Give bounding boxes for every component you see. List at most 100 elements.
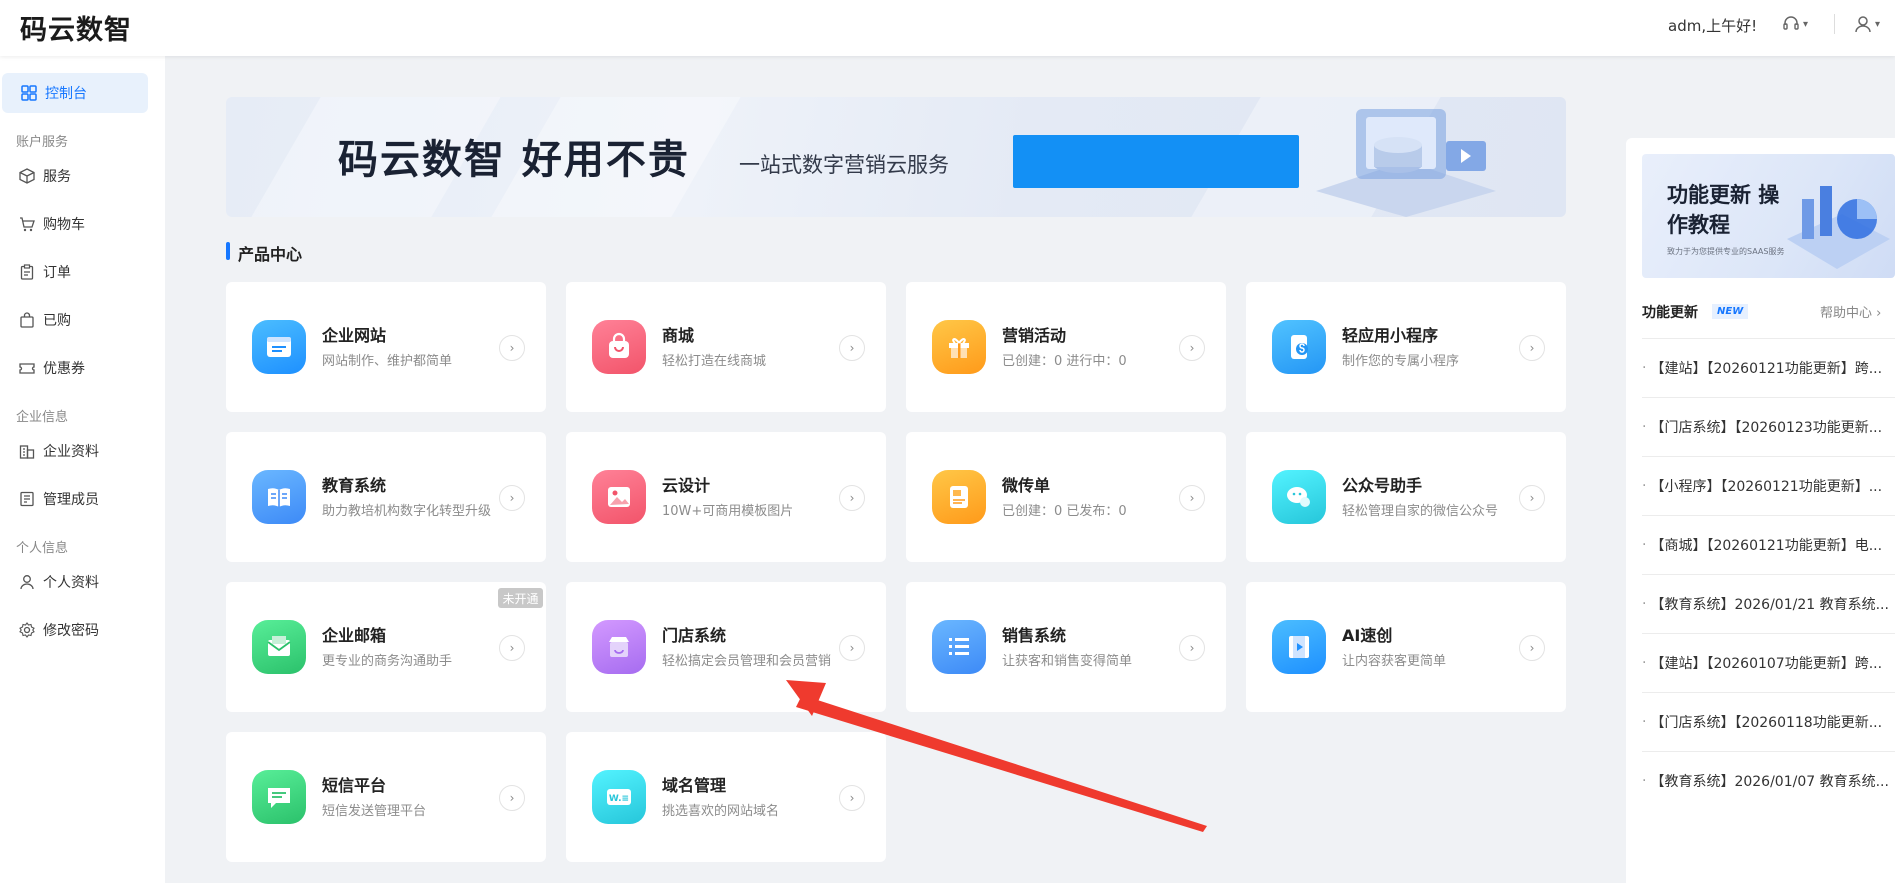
product-card[interactable]: 销售系统 让获客和销售变得简单 › (906, 582, 1226, 712)
dashboard-icon (20, 84, 38, 102)
product-description: 挑选喜欢的网站域名 (662, 804, 780, 819)
sidebar-item-label: 已购 (43, 313, 71, 329)
update-item[interactable]: · 【建站】【20260121功能更新】跨... (1642, 338, 1895, 397)
banner-cta-button[interactable] (1013, 135, 1299, 188)
product-card[interactable]: 微传单 已创建：0 已发布：0 › (906, 432, 1226, 562)
update-item[interactable]: · 【商城】【20260121功能更新】电... (1642, 515, 1895, 574)
product-card[interactable]: 教育系统 助力教培机构数字化转型升级 › (226, 432, 546, 562)
product-title: 轻应用小程序 (1342, 326, 1439, 345)
sidebar-item-service[interactable]: 服务 (0, 156, 165, 196)
update-title: 【教育系统】2026/01/07 教育系统... (1650, 774, 1889, 790)
wechat-icon (1272, 470, 1326, 524)
section-title-products: 产品中心 (226, 241, 302, 265)
update-item[interactable]: · 【门店系统】【20260123功能更新... (1642, 397, 1895, 456)
update-item[interactable]: · 【教育系统】2026/01/07 教育系统... (1642, 751, 1895, 810)
chevron-right-icon[interactable]: › (499, 635, 525, 661)
server-illustration-icon (1316, 109, 1496, 217)
tutorial-banner[interactable]: 功能更新 操作教程 致力于为您提供专业的SAAS服务 (1642, 154, 1895, 278)
product-title: 域名管理 (662, 776, 727, 795)
product-card[interactable]: 企业网站 网站制作、维护都简单 › (226, 282, 546, 412)
product-card[interactable]: 云设计 10W+可商用模板图片 › (566, 432, 886, 562)
sidebar-item-coupons[interactable]: 优惠券 (0, 348, 165, 388)
update-item[interactable]: · 【教育系统】2026/01/21 教育系统... (1642, 574, 1895, 633)
building-icon (18, 442, 36, 460)
product-description: 更专业的商务沟通助手 (322, 654, 453, 669)
product-title: AI速创 (1342, 626, 1393, 645)
update-title: 【建站】【20260107功能更新】跨... (1650, 656, 1883, 672)
chevron-right-icon[interactable]: › (839, 335, 865, 361)
update-title: 【小程序】【20260121功能更新】... (1650, 479, 1883, 495)
sidebar-item-console[interactable]: 控制台 (2, 73, 148, 113)
bullet-icon: · (1642, 714, 1647, 730)
chevron-right-icon[interactable]: › (499, 335, 525, 361)
brand-logo[interactable]: 码云数智 (20, 8, 132, 47)
product-card[interactable]: 短信平台 短信发送管理平台 › (226, 732, 546, 862)
gift-icon (932, 320, 986, 374)
product-description: 让获客和销售变得简单 (1002, 654, 1133, 669)
sidebar-item-company-profile[interactable]: 企业资料 (0, 431, 165, 471)
product-card[interactable]: 商城 轻松打造在线商城 › (566, 282, 886, 412)
coupon-icon (18, 359, 36, 377)
chevron-down-icon: ▾ (1875, 18, 1881, 30)
promo-banner[interactable]: 码云数智 好用不贵 一站式数字营销云服务 (226, 97, 1566, 217)
greeting-text: adm,上午好! (1668, 17, 1758, 35)
chevron-right-icon: › (1876, 306, 1882, 321)
sidebar-item-cart[interactable]: 购物车 (0, 204, 165, 244)
members-icon (18, 490, 36, 508)
banner-subtitle: 一站式数字营销云服务 (739, 153, 949, 177)
update-item[interactable]: · 【建站】【20260107功能更新】跨... (1642, 633, 1895, 692)
cube-icon (18, 167, 36, 185)
chevron-right-icon[interactable]: › (1179, 335, 1205, 361)
right-panel: 功能更新 操作教程 致力于为您提供专业的SAAS服务 功能更新 NEW 帮助中心… (1626, 138, 1895, 883)
product-card[interactable]: 轻应用小程序 制作您的专属小程序 › (1246, 282, 1566, 412)
update-item[interactable]: · 【小程序】【20260121功能更新】... (1642, 456, 1895, 515)
chevron-right-icon[interactable]: › (1179, 635, 1205, 661)
update-title: 【门店系统】【20260123功能更新... (1650, 420, 1883, 436)
clipboard-icon (18, 263, 36, 281)
product-card[interactable]: 营销活动 已创建：0 进行中：0 › (906, 282, 1226, 412)
shopping-bag-icon (592, 320, 646, 374)
product-description: 让内容获客更简单 (1342, 654, 1447, 669)
chevron-right-icon[interactable]: › (839, 785, 865, 811)
website-icon (252, 320, 306, 374)
update-title: 【建站】【20260121功能更新】跨... (1650, 361, 1883, 377)
product-card[interactable]: 公众号助手 轻松管理自家的微信公众号 › (1246, 432, 1566, 562)
chevron-right-icon[interactable]: › (839, 635, 865, 661)
sidebar-item-purchased[interactable]: 已购 (0, 300, 165, 340)
sidebar: 控制台 账户服务 服务 购物车 订单 已购 优惠券 企业信息 企业资料 管理成员… (0, 56, 165, 883)
bullet-icon: · (1642, 655, 1647, 671)
chevron-right-icon[interactable]: › (1519, 335, 1545, 361)
sidebar-item-orders[interactable]: 订单 (0, 252, 165, 292)
chevron-down-icon: ▾ (1803, 18, 1809, 30)
sidebar-item-label: 优惠券 (43, 361, 85, 377)
mail-icon (252, 620, 306, 674)
product-title: 短信平台 (322, 776, 387, 795)
sidebar-item-label: 个人资料 (43, 575, 99, 591)
help-center-link[interactable]: 帮助中心 › (1820, 302, 1881, 321)
update-item[interactable]: · 【门店系统】【20260118功能更新... (1642, 692, 1895, 751)
bullet-icon: · (1642, 478, 1647, 494)
sidebar-item-change-password[interactable]: 修改密码 (0, 610, 165, 650)
nav-group-account: 账户服务 (16, 135, 69, 150)
product-card[interactable]: W.≡ 域名管理 挑选喜欢的网站域名 › (566, 732, 886, 862)
sidebar-item-label: 订单 (43, 265, 71, 281)
product-card[interactable]: 企业邮箱 更专业的商务沟通助手 › 未开通 (226, 582, 546, 712)
chevron-right-icon[interactable]: › (1519, 635, 1545, 661)
product-card[interactable]: AI速创让内容获客更简单 › (1246, 582, 1566, 712)
support-menu[interactable]: ▾ (1782, 12, 1808, 36)
user-menu[interactable]: ▾ (1854, 12, 1880, 36)
sidebar-item-members[interactable]: 管理成员 (0, 479, 165, 519)
chevron-right-icon[interactable]: › (499, 485, 525, 511)
chart-illustration-icon (1787, 186, 1890, 269)
chevron-right-icon[interactable]: › (1179, 485, 1205, 511)
banner-title: 码云数智 好用不贵 (338, 137, 690, 183)
user-icon (1855, 16, 1871, 33)
product-card[interactable]: 门店系统 轻松搞定会员管理和会员营销 › (566, 582, 886, 712)
chevron-right-icon[interactable]: › (839, 485, 865, 511)
product-title: 公众号助手 (1342, 476, 1423, 495)
sidebar-item-personal-profile[interactable]: 个人资料 (0, 562, 165, 602)
chevron-right-icon[interactable]: › (1519, 485, 1545, 511)
product-title: 门店系统 (662, 626, 727, 645)
chevron-right-icon[interactable]: › (499, 785, 525, 811)
sidebar-item-label: 修改密码 (43, 623, 99, 639)
